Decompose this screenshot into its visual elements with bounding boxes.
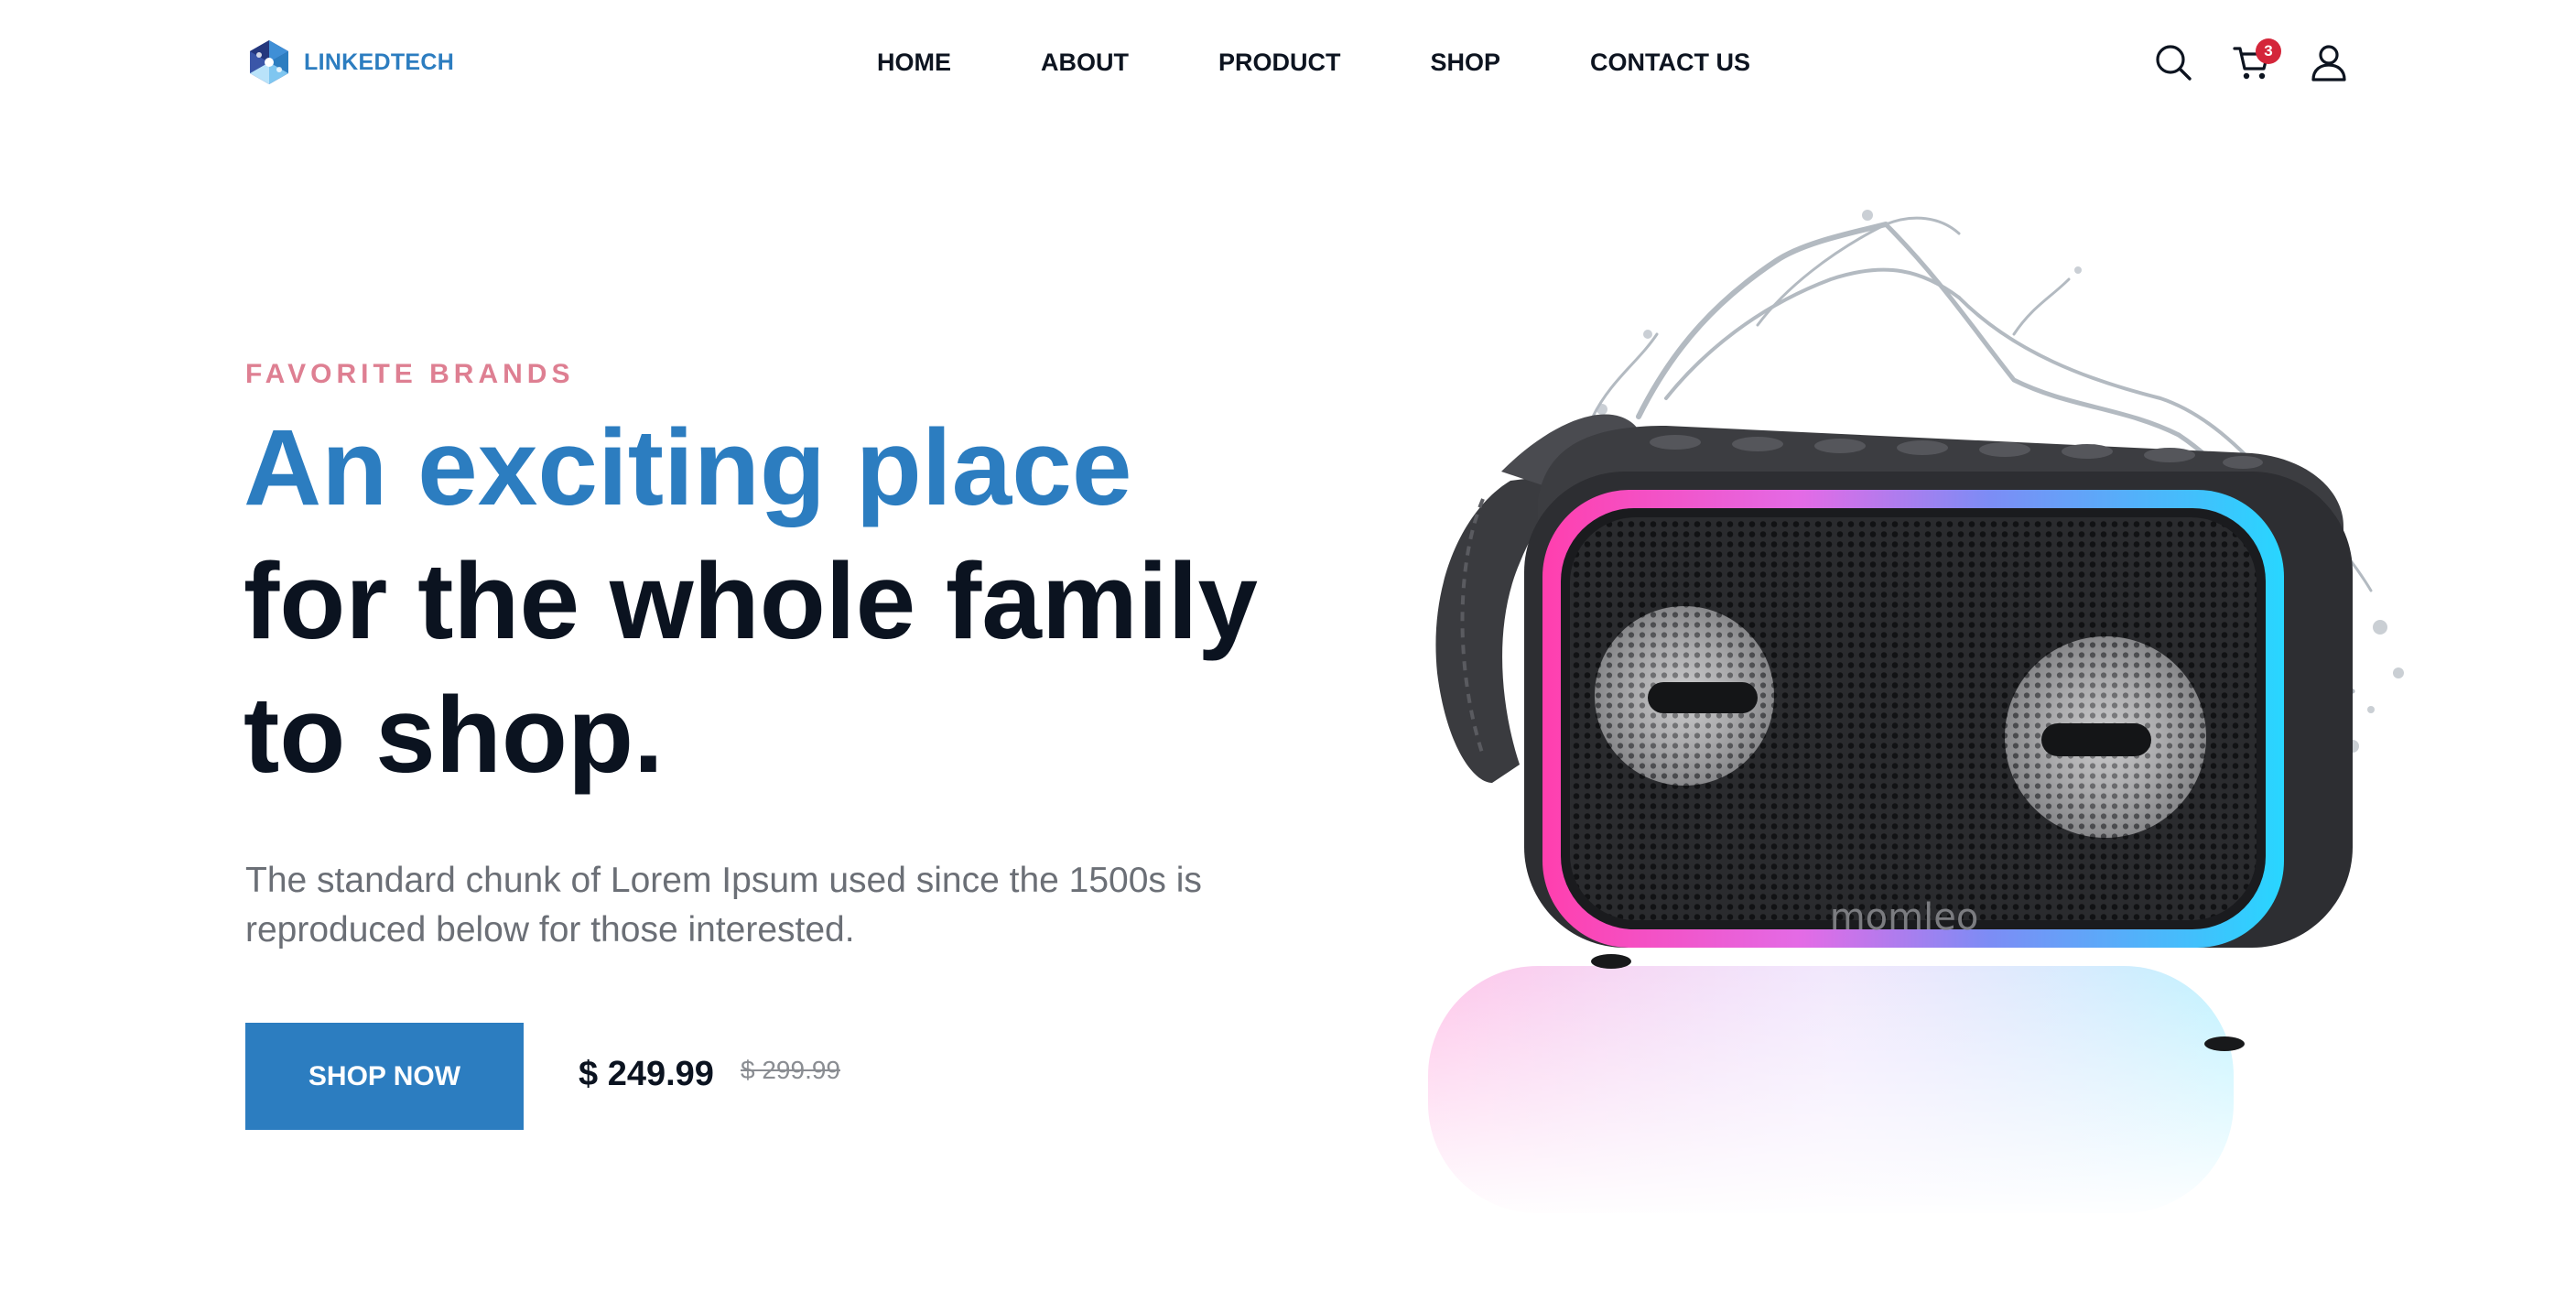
brand-logo[interactable]: LINKEDTECH — [245, 37, 454, 88]
account-button[interactable] — [2309, 42, 2349, 82]
hero-description: The standard chunk of Lorem Ipsum used s… — [245, 861, 1202, 949]
main-nav: HOME ABOUT PRODUCT SHOP CONTACT US — [877, 40, 1750, 84]
nav-about[interactable]: ABOUT — [1041, 49, 1129, 77]
hero-headline-line-1: An exciting place — [244, 407, 1132, 528]
hero-eyebrow: FAVORITE BRANDS — [245, 359, 575, 389]
current-price: $ 249.99 — [579, 1055, 714, 1093]
hero-product-image: momleo — [1373, 197, 2453, 1222]
brand-name: LINKEDTECH — [304, 49, 455, 75]
search-icon — [2156, 45, 2192, 81]
nav-shop[interactable]: SHOP — [1431, 49, 1501, 77]
hero-headline: An exciting place for the whole family t… — [244, 401, 1379, 802]
cart-count-badge: 3 — [2256, 38, 2281, 64]
cart-button[interactable]: 3 — [2232, 38, 2281, 82]
nav-product[interactable]: PRODUCT — [1218, 49, 1341, 77]
user-icon — [2311, 45, 2346, 81]
nav-home[interactable]: HOME — [877, 49, 951, 77]
site-header: LINKEDTECH HOME ABOUT PRODUCT SHOP CONTA… — [0, 0, 2576, 128]
search-button[interactable] — [2153, 42, 2193, 82]
hero-headline-line-2: for the whole family — [244, 541, 1259, 662]
hero-headline-line-3: to shop. — [244, 675, 664, 796]
original-price: $ 299.99 — [741, 1056, 840, 1084]
speaker-brand-label: momleo — [1830, 896, 1979, 939]
shop-now-button[interactable]: SHOP NOW — [245, 1023, 524, 1130]
header-actions: 3 — [2153, 38, 2349, 86]
logo-icon — [250, 40, 288, 84]
nav-contact-us[interactable]: CONTACT US — [1590, 49, 1750, 77]
speaker-illustration: momleo — [1410, 210, 2404, 1222]
